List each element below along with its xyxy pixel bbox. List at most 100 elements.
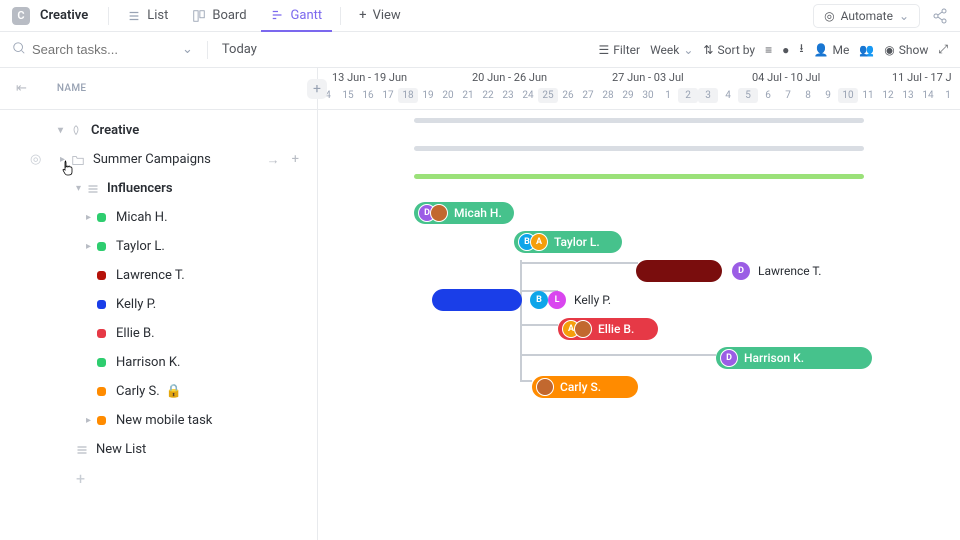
- status-dot: [97, 329, 106, 338]
- task-bar-micah[interactable]: D Micah H.: [414, 202, 514, 224]
- task-bar-ellie[interactable]: A Ellie B.: [558, 318, 658, 340]
- day-label[interactable]: 26: [558, 90, 578, 101]
- day-label[interactable]: 29: [618, 90, 638, 101]
- day-label[interactable]: 7: [778, 90, 798, 101]
- summary-bar[interactable]: [414, 174, 864, 179]
- day-label[interactable]: 11: [858, 90, 878, 101]
- task-row[interactable]: ▸ Taylor L.: [0, 232, 317, 261]
- path-button[interactable]: ≡: [765, 43, 772, 57]
- tab-board-label: Board: [212, 8, 246, 23]
- status-dot: [97, 242, 106, 251]
- task-label: Kelly P.: [116, 297, 156, 312]
- tab-gantt-label: Gantt: [291, 8, 323, 23]
- avatar-badge: [574, 320, 592, 338]
- task-row[interactable]: ▸ Lawrence T.: [0, 261, 317, 290]
- today-button[interactable]: Today: [222, 42, 257, 57]
- day-label[interactable]: 2: [678, 88, 698, 103]
- task-row[interactable]: ▸ Harrison K.: [0, 348, 317, 377]
- day-label[interactable]: 19: [418, 90, 438, 101]
- sortby-button[interactable]: ⇅Sort by: [703, 43, 755, 57]
- pin-icon[interactable]: ◎: [30, 152, 41, 167]
- day-label[interactable]: 17: [378, 90, 398, 101]
- day-label[interactable]: 9: [818, 90, 838, 101]
- task-row[interactable]: ▸ Kelly P.: [0, 290, 317, 319]
- arrow-right-icon[interactable]: →: [267, 152, 280, 168]
- task-row[interactable]: ▸ Micah H.: [0, 203, 317, 232]
- gantt-icon: [271, 8, 285, 22]
- day-label[interactable]: 24: [518, 90, 538, 101]
- filter-button[interactable]: ☰Filter: [598, 43, 640, 57]
- tab-list[interactable]: List: [117, 0, 178, 32]
- status-dot: [97, 213, 106, 222]
- share-button[interactable]: [932, 8, 948, 24]
- summary-bar[interactable]: [414, 118, 864, 123]
- space-row[interactable]: ▾ Creative: [0, 116, 317, 145]
- tab-board[interactable]: Board: [182, 0, 256, 32]
- day-label[interactable]: 27: [578, 90, 598, 101]
- day-label[interactable]: 22: [478, 90, 498, 101]
- day-label[interactable]: 3: [698, 88, 718, 103]
- task-bar-kelly[interactable]: [432, 289, 522, 311]
- show-button[interactable]: ◉Show: [884, 43, 928, 57]
- search-wrap: [12, 41, 172, 59]
- day-label[interactable]: 21: [458, 90, 478, 101]
- week-label: 13 Jun - 19 Jun: [332, 71, 407, 84]
- day-label[interactable]: 14: [918, 90, 938, 101]
- collapse-icon[interactable]: ⇤: [16, 81, 27, 96]
- list-row[interactable]: New List: [0, 435, 317, 464]
- day-label[interactable]: 16: [358, 90, 378, 101]
- task-bar-taylor[interactable]: B A Taylor L.: [514, 231, 622, 253]
- task-label: New mobile task: [116, 413, 212, 428]
- day-label[interactable]: 1: [938, 90, 958, 101]
- day-label[interactable]: 25: [538, 88, 558, 103]
- person-icon: 👤: [814, 43, 829, 57]
- day-label[interactable]: 6: [758, 90, 778, 101]
- task-label: Ellie B.: [598, 322, 634, 336]
- me-button[interactable]: 👤Me: [814, 43, 850, 57]
- summary-bar[interactable]: [414, 146, 864, 151]
- add-item-button[interactable]: +: [0, 464, 317, 493]
- search-input[interactable]: [32, 42, 172, 57]
- show-label: Show: [899, 43, 929, 57]
- highlight-button[interactable]: ●: [782, 43, 789, 57]
- day-label[interactable]: 1: [658, 90, 678, 101]
- day-label[interactable]: 18: [398, 88, 418, 103]
- add-column-button[interactable]: +: [307, 79, 327, 99]
- expand-icon: ⤢: [938, 42, 948, 57]
- day-label[interactable]: 4: [718, 90, 738, 101]
- day-label[interactable]: 23: [498, 90, 518, 101]
- task-bar-harrison[interactable]: D Harrison K.: [716, 347, 872, 369]
- toolbar: ⌄ Today ☰Filter Week⌄ ⇅Sort by ≡ ● ⭳ 👤Me…: [0, 32, 960, 68]
- fullscreen-button[interactable]: ⤢: [938, 42, 948, 57]
- day-label[interactable]: 12: [878, 90, 898, 101]
- tab-gantt[interactable]: Gantt: [261, 0, 333, 32]
- folder-row[interactable]: ◎ ▸ Summer Campaigns → +: [0, 145, 317, 174]
- day-label[interactable]: 13: [898, 90, 918, 101]
- avatar-badge: [536, 378, 554, 396]
- day-label[interactable]: 10: [838, 88, 858, 103]
- task-label-kelly: B L Kelly P.: [530, 291, 611, 309]
- day-label[interactable]: 20: [438, 90, 458, 101]
- task-row[interactable]: ▸ Carly S.🔒: [0, 377, 317, 406]
- add-task-icon[interactable]: +: [292, 152, 299, 168]
- gantt-body[interactable]: D Micah H. B A Taylor L. D Lawrence T. B…: [318, 110, 960, 540]
- add-view-button[interactable]: + View: [349, 0, 411, 32]
- automate-button[interactable]: ◎ Automate ⌄: [813, 4, 920, 28]
- space-label: Creative: [91, 123, 139, 138]
- day-label[interactable]: 5: [738, 88, 758, 103]
- task-label: Harrison K.: [116, 355, 180, 370]
- day-label[interactable]: 28: [598, 90, 618, 101]
- task-bar-lawrence[interactable]: [636, 260, 722, 282]
- robot-icon: ◎: [824, 9, 834, 23]
- export-button[interactable]: ⭳: [799, 39, 803, 60]
- list-row[interactable]: ▾ Influencers: [0, 174, 317, 203]
- assignees-button[interactable]: 👥: [859, 43, 874, 57]
- day-label[interactable]: 30: [638, 90, 658, 101]
- task-row[interactable]: ▸ Ellie B.: [0, 319, 317, 348]
- search-dropdown[interactable]: ⌄: [182, 42, 193, 57]
- task-row[interactable]: ▸ New mobile task: [0, 406, 317, 435]
- day-label[interactable]: 8: [798, 90, 818, 101]
- day-label[interactable]: 15: [338, 90, 358, 101]
- week-selector[interactable]: Week⌄: [650, 43, 693, 57]
- task-bar-carly[interactable]: Carly S.: [532, 376, 638, 398]
